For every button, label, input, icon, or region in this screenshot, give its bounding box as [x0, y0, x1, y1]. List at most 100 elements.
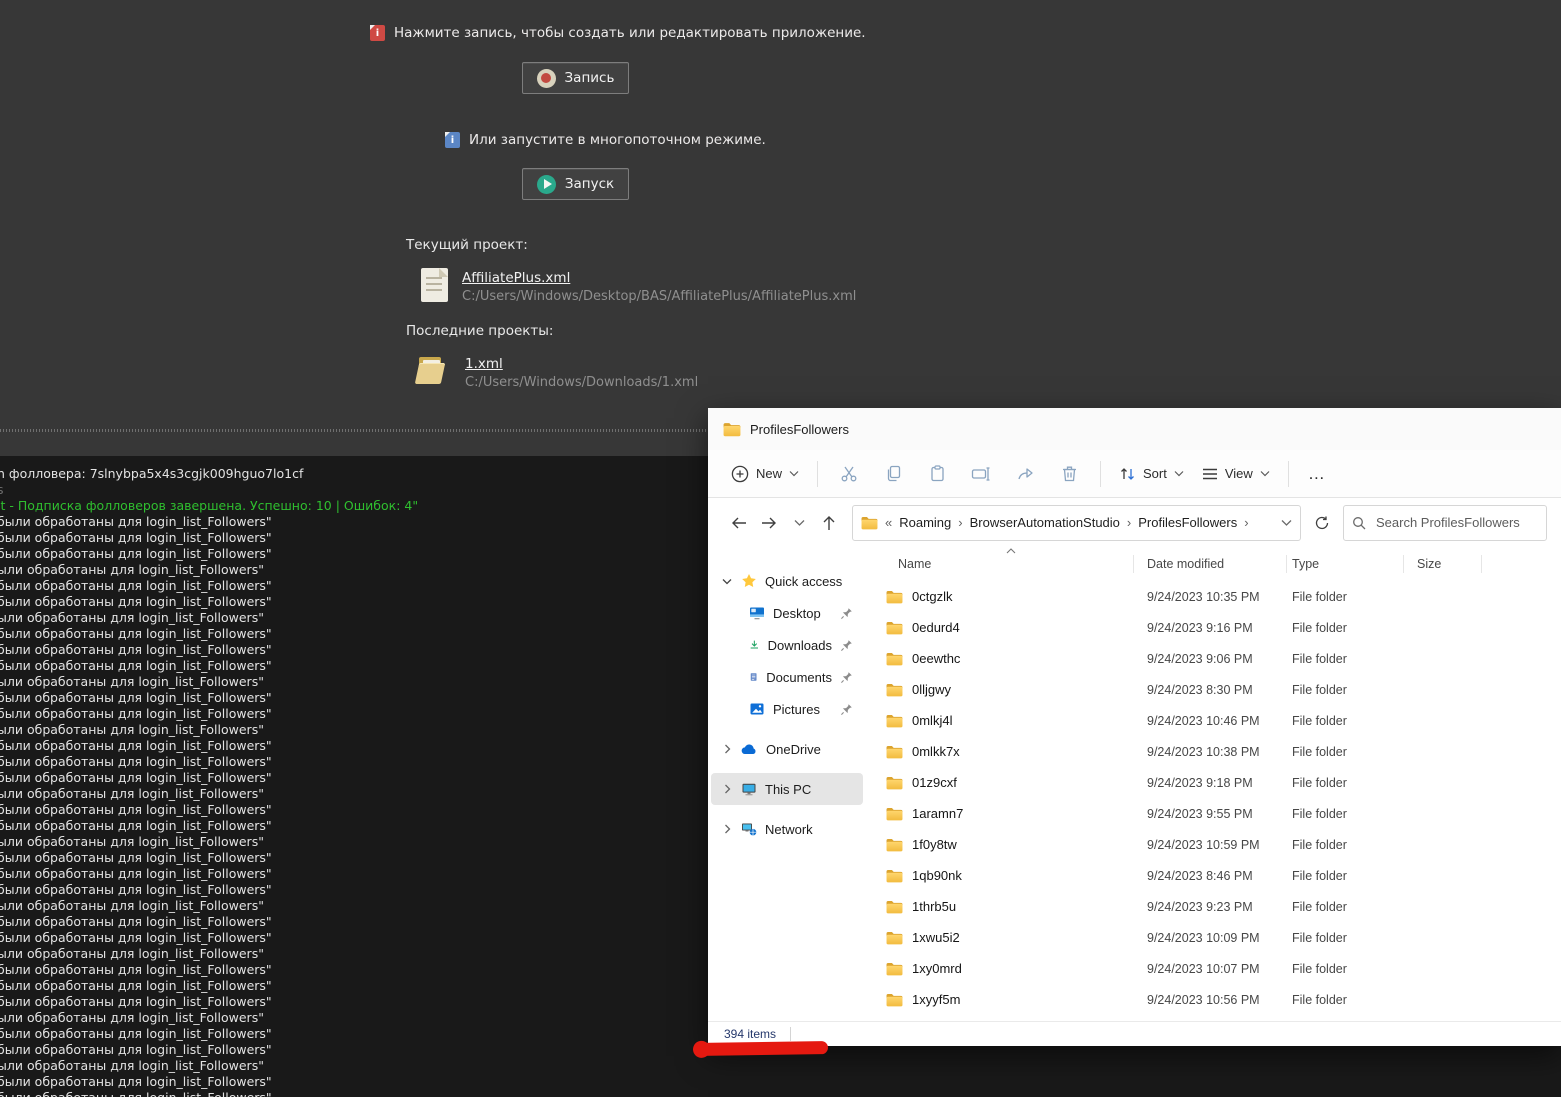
cut-button[interactable] [827, 457, 871, 491]
more-button[interactable]: … [1298, 464, 1336, 484]
folder-icon [723, 422, 741, 436]
file-type: File folder [1292, 775, 1347, 790]
log-line: ыли обработаны для login_list_Followers" [0, 834, 264, 849]
log-line: были обработаны для login_list_Followers… [0, 594, 272, 609]
file-name: 1f0y8tw [912, 837, 957, 852]
sidebar-item-pictures[interactable]: Pictures [711, 693, 863, 725]
up-button[interactable] [814, 508, 844, 538]
column-header-type[interactable]: Type [1286, 547, 1403, 581]
delete-button[interactable] [1047, 457, 1091, 491]
log-line: были обработаны для login_list_Followers… [0, 866, 272, 881]
file-row[interactable]: 1f0y8tw 9/24/2023 10:59 PM File folder [866, 829, 1561, 860]
folder-icon [886, 838, 903, 851]
rename-button[interactable] [959, 457, 1003, 491]
log-line: были обработаны для login_list_Followers… [0, 1042, 272, 1057]
paste-button[interactable] [915, 457, 959, 491]
file-row[interactable]: 1aramn7 9/24/2023 9:55 PM File folder [866, 798, 1561, 829]
file-type: File folder [1292, 713, 1347, 728]
sidebar-item-onedrive[interactable]: OneDrive [711, 733, 863, 765]
search-input[interactable] [1374, 514, 1528, 531]
view-button[interactable]: View [1193, 459, 1279, 488]
chevron-right-icon[interactable] [721, 784, 733, 794]
recent-project-link[interactable]: 1.xml [465, 356, 698, 372]
file-row[interactable]: 1xy0mrd 9/24/2023 10:07 PM File folder [866, 953, 1561, 984]
info-icon-red: i [370, 25, 385, 41]
breadcrumb-item-bas[interactable]: BrowserAutomationStudio [970, 515, 1120, 530]
pin-icon[interactable] [840, 671, 853, 684]
file-row[interactable]: 1qb90nk 9/24/2023 8:46 PM File folder [866, 860, 1561, 891]
explorer-titlebar[interactable]: ProfilesFollowers [708, 408, 1561, 450]
file-date-modified: 9/24/2023 10:46 PM [1147, 713, 1260, 728]
document-icon [421, 268, 448, 302]
chevron-right-icon[interactable] [721, 824, 733, 834]
file-date-modified: 9/24/2023 10:56 PM [1147, 992, 1260, 1007]
breadcrumb-item-roaming[interactable]: Roaming [899, 515, 951, 530]
red-marker-annotation [695, 1041, 829, 1056]
folder-icon [886, 807, 903, 820]
forward-button[interactable] [754, 508, 784, 538]
explorer-statusbar: 394 items [708, 1021, 1561, 1046]
file-row[interactable]: 0ctgzlk 9/24/2023 10:35 PM File folder [866, 581, 1561, 612]
address-dropdown-chevron[interactable] [1281, 519, 1292, 527]
file-row[interactable]: 0mlkj4l 9/24/2023 10:46 PM File folder [866, 705, 1561, 736]
desktop-icon [750, 607, 764, 620]
rename-icon [971, 466, 990, 481]
sidebar-item-network[interactable]: Network [711, 813, 863, 845]
file-type: File folder [1292, 930, 1347, 945]
file-list-area: Name Date modified Type Size 0ctgzlk 9/2… [866, 547, 1561, 1021]
log-line: были обработаны для login_list_Followers… [0, 642, 272, 657]
folder-icon [886, 900, 903, 913]
log-line: были обработаны для login_list_Followers… [0, 1074, 272, 1089]
sidebar-item-downloads[interactable]: Downloads [711, 629, 863, 661]
back-button[interactable] [724, 508, 754, 538]
record-button-label: Запись [564, 70, 615, 86]
file-row[interactable]: 1xyyf5m 9/24/2023 10:56 PM File folder [866, 984, 1561, 1015]
copy-button[interactable] [871, 457, 915, 491]
run-button[interactable]: Запуск [522, 168, 629, 200]
panel-splitter[interactable] [0, 429, 708, 432]
sidebar-item-this-pc[interactable]: This PC [711, 773, 863, 805]
file-row[interactable]: 0mlkk7x 9/24/2023 10:38 PM File folder [866, 736, 1561, 767]
folder-icon [886, 931, 903, 944]
current-project-link[interactable]: AffiliatePlus.xml [462, 270, 856, 286]
recent-project-path: C:/Users/Windows/Downloads/1.xml [465, 375, 699, 390]
file-row[interactable]: 0edurd4 9/24/2023 9:16 PM File folder [866, 612, 1561, 643]
sort-button[interactable]: Sort [1110, 459, 1193, 489]
chevron-down-icon[interactable] [721, 578, 733, 585]
recent-locations-chevron[interactable] [784, 508, 814, 538]
chevron-right-icon[interactable] [721, 744, 733, 754]
chevron-down-icon [789, 471, 799, 477]
sidebar-item-quick-access[interactable]: Quick access [711, 565, 863, 597]
trash-icon [1062, 466, 1076, 482]
view-list-icon [1202, 468, 1217, 479]
pin-icon[interactable] [840, 607, 853, 620]
file-row[interactable]: 01z9cxf 9/24/2023 9:18 PM File folder [866, 767, 1561, 798]
log-line: были обработаны для login_list_Followers… [0, 882, 272, 897]
copy-icon [887, 465, 900, 482]
pin-icon[interactable] [840, 639, 853, 652]
file-row[interactable]: 0lljgwy 9/24/2023 8:30 PM File folder [866, 674, 1561, 705]
record-button[interactable]: Запись [522, 62, 629, 94]
sidebar-item-desktop[interactable]: Desktop [711, 597, 863, 629]
clipboard-icon [930, 465, 944, 482]
search-box[interactable] [1343, 504, 1547, 541]
new-button-label: New [756, 466, 783, 481]
log-line: были обработаны для login_list_Followers… [0, 514, 272, 529]
log-line: были обработаны для login_list_Followers… [0, 930, 272, 945]
file-row[interactable]: 1xwu5i2 9/24/2023 10:09 PM File folder [866, 922, 1561, 953]
breadcrumb-overflow[interactable]: « [885, 515, 892, 530]
refresh-button[interactable] [1307, 508, 1337, 538]
file-row[interactable]: 1thrb5u 9/24/2023 9:23 PM File folder [866, 891, 1561, 922]
breadcrumb-item-profilesfollowers[interactable]: ProfilesFollowers [1138, 515, 1237, 530]
column-header-name[interactable]: Name [866, 547, 1133, 581]
pin-icon[interactable] [840, 703, 853, 716]
new-button[interactable]: New [722, 458, 808, 490]
sidebar-item-documents[interactable]: Documents [711, 661, 863, 693]
toolbar-separator [1287, 460, 1289, 487]
breadcrumb[interactable]: « Roaming › BrowserAutomationStudio › Pr… [852, 504, 1301, 541]
file-row[interactable]: 0eewthc 9/24/2023 9:06 PM File folder [866, 643, 1561, 674]
share-button[interactable] [1003, 457, 1047, 491]
column-header-date-modified[interactable]: Date modified [1133, 547, 1286, 581]
search-icon [1353, 516, 1366, 529]
column-header-size[interactable]: Size [1403, 547, 1481, 581]
